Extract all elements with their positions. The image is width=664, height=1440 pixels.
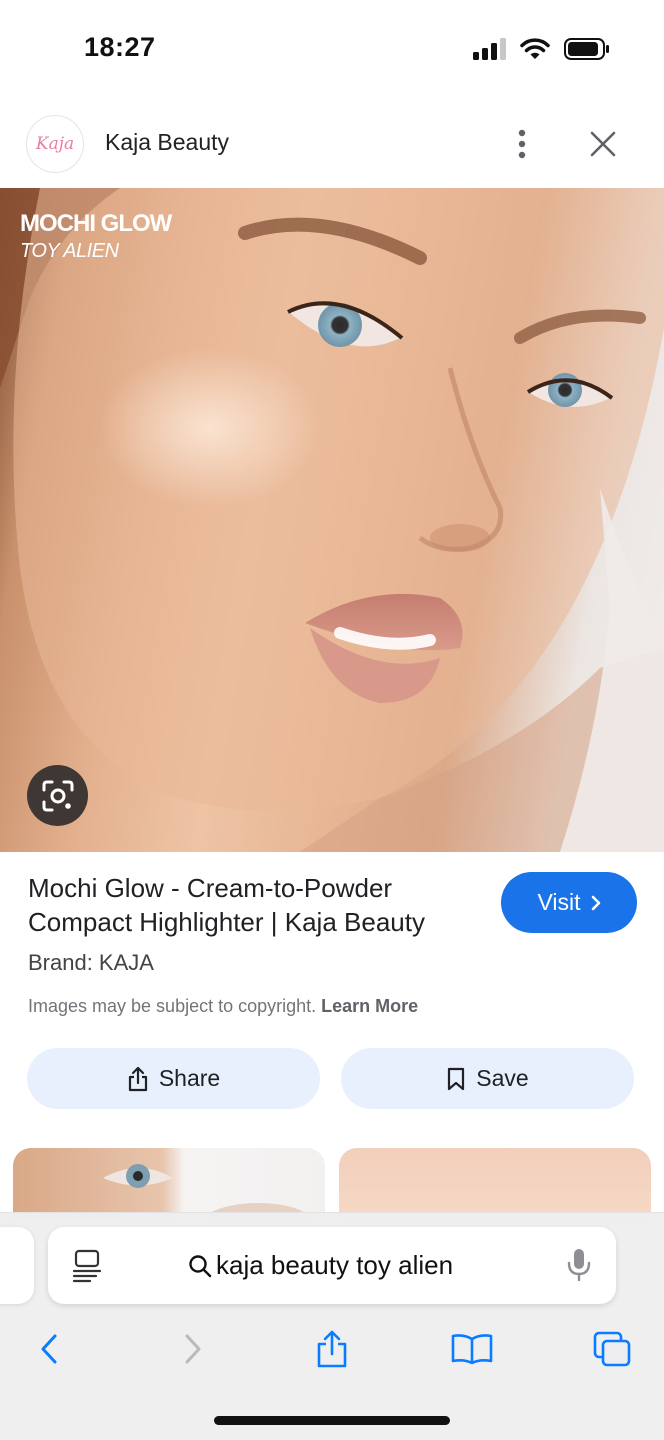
share-page-button[interactable] — [308, 1325, 356, 1373]
copyright-text: Images may be subject to copyright. — [28, 996, 317, 1016]
address-bar[interactable]: kaja beauty toy alien — [48, 1227, 616, 1304]
status-time: 18:27 — [84, 32, 156, 62]
result-header: Kaja Kaja Beauty — [0, 100, 664, 188]
address-bar-query: kaja beauty toy alien — [216, 1250, 454, 1280]
tabs-icon — [593, 1331, 631, 1367]
browser-toolbar — [0, 1325, 664, 1375]
chevron-left-icon — [41, 1334, 57, 1364]
battery-icon — [564, 38, 609, 60]
close-button[interactable] — [584, 124, 622, 164]
home-indicator — [214, 1416, 450, 1425]
share-button[interactable]: Share — [27, 1048, 320, 1109]
search-icon — [189, 1254, 212, 1277]
model-face-illustration — [0, 188, 664, 852]
overlay-title: MOCHI GLOW — [20, 210, 172, 237]
save-button[interactable]: Save — [341, 1048, 634, 1109]
page-menu-icon[interactable] — [72, 1249, 102, 1283]
tabs-button[interactable] — [588, 1325, 636, 1373]
learn-more-link[interactable]: Learn More — [321, 996, 418, 1016]
result-title[interactable]: Mochi Glow - Cream-to-Powder Compact Hig… — [28, 871, 488, 939]
save-button-label: Save — [476, 1065, 529, 1091]
google-lens-icon — [42, 780, 73, 811]
share-icon — [128, 1066, 147, 1091]
google-lens-button[interactable] — [27, 765, 88, 826]
more-options-button[interactable] — [506, 124, 538, 164]
previous-tab-preview[interactable] — [0, 1227, 34, 1304]
bookmark-icon — [448, 1067, 465, 1090]
chevron-right-icon — [591, 895, 600, 910]
forward-button[interactable] — [169, 1325, 217, 1373]
more-vert-icon — [518, 129, 526, 159]
browser-bottom-bar: kaja beauty toy alien — [0, 1212, 664, 1440]
wifi-icon — [520, 38, 550, 59]
related-image-thumbnail[interactable] — [13, 1148, 325, 1218]
brand-label: Brand: KAJA — [28, 950, 154, 975]
address-bar-text[interactable]: kaja beauty toy alien — [188, 1250, 453, 1281]
site-logo[interactable]: Kaja — [26, 115, 84, 173]
related-image-thumbnail[interactable] — [339, 1148, 651, 1218]
share-icon — [317, 1330, 347, 1368]
site-logo-text: Kaja — [35, 134, 75, 154]
status-icons — [472, 38, 610, 60]
open-book-icon — [451, 1334, 493, 1365]
thumbnail-eye-image — [103, 1164, 312, 1218]
chevron-right-icon — [185, 1334, 201, 1364]
site-name[interactable]: Kaja Beauty — [105, 129, 229, 156]
microphone-icon[interactable] — [566, 1247, 592, 1283]
overlay-subtitle: TOY ALIEN — [20, 240, 119, 262]
close-icon — [590, 131, 616, 157]
status-bar: 18:27 — [0, 0, 664, 100]
back-button[interactable] — [25, 1325, 73, 1373]
bookmarks-button[interactable] — [448, 1325, 496, 1373]
visit-button[interactable]: Visit — [501, 872, 637, 933]
copyright-notice: Images may be subject to copyright. Lear… — [28, 996, 418, 1017]
product-overlay-label: MOCHI GLOW TOY ALIEN — [20, 210, 172, 263]
visit-button-label: Visit — [537, 889, 581, 915]
cellular-signal-icon — [473, 38, 506, 60]
result-image[interactable]: MOCHI GLOW TOY ALIEN — [0, 188, 664, 852]
share-button-label: Share — [158, 1065, 221, 1091]
